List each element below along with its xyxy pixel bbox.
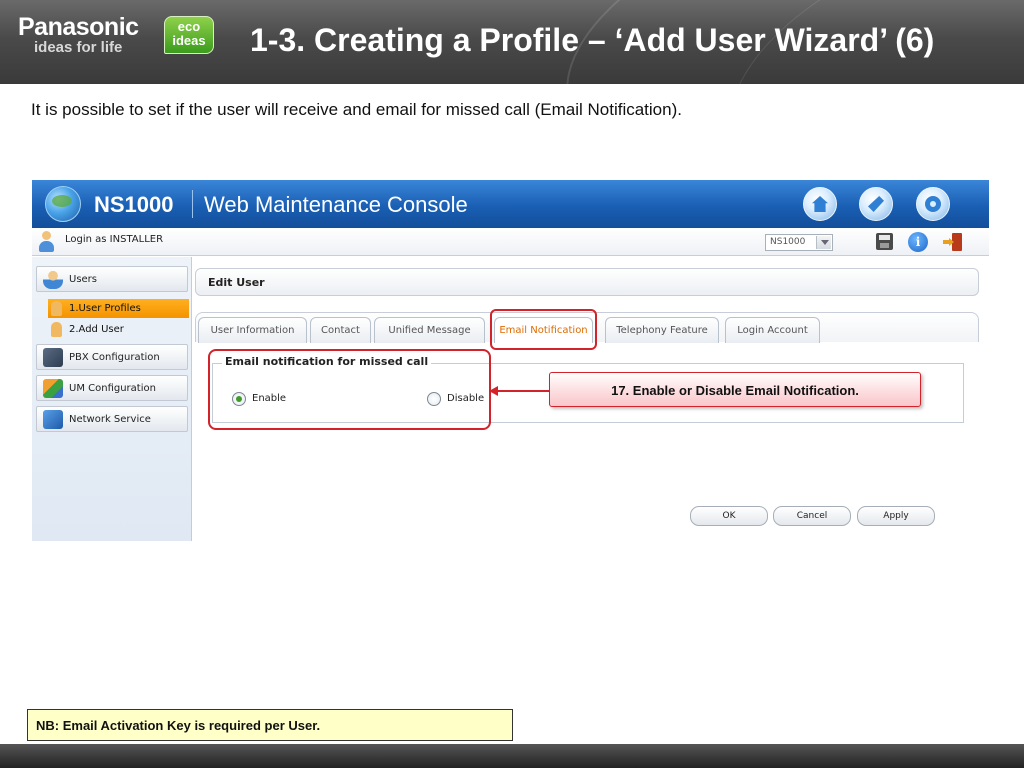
sidebar: Users 1.User Profiles 2.Add User PBX Con… bbox=[32, 257, 192, 541]
sidebar-section-users[interactable]: Users bbox=[36, 266, 188, 292]
sidebar-item-add-user[interactable]: 2.Add User bbox=[48, 320, 189, 339]
pbx-icon bbox=[43, 348, 63, 367]
console-sub-bar: Login as INSTALLER NS1000 i bbox=[32, 228, 989, 256]
sidebar-item-label: 2.Add User bbox=[69, 324, 124, 335]
home-button[interactable] bbox=[803, 187, 837, 221]
user-icon bbox=[38, 231, 54, 253]
chevron-down-icon[interactable] bbox=[816, 236, 831, 249]
tool-button[interactable] bbox=[859, 187, 893, 221]
gear-icon bbox=[925, 196, 941, 212]
sidebar-section-pbx-configuration[interactable]: PBX Configuration bbox=[36, 344, 188, 370]
tab-login-account[interactable]: Login Account bbox=[725, 317, 820, 343]
apply-button-label: Apply bbox=[883, 511, 909, 521]
logout-icon[interactable] bbox=[943, 233, 963, 251]
note-box: NB: Email Activation Key is required per… bbox=[27, 709, 513, 741]
cancel-button[interactable]: Cancel bbox=[773, 506, 851, 526]
app-name: Web Maintenance Console bbox=[204, 192, 468, 217]
site-select-value: NS1000 bbox=[770, 237, 806, 247]
callout-arrow-head-icon bbox=[489, 386, 498, 396]
site-select[interactable]: NS1000 bbox=[765, 234, 833, 251]
login-status: Login as INSTALLER bbox=[65, 234, 164, 245]
tab-label: User Information bbox=[210, 325, 295, 336]
eco-badge-line: ideas bbox=[172, 33, 206, 48]
sidebar-section-label: Users bbox=[69, 274, 98, 285]
add-user-icon bbox=[51, 322, 62, 337]
tab-unified-message[interactable]: Unified Message bbox=[374, 317, 485, 343]
eco-ideas-badge: eco ideas bbox=[164, 16, 214, 54]
slide: Panasonic ideas for life eco ideas 1-3. … bbox=[0, 0, 1024, 768]
slide-header: Panasonic ideas for life eco ideas 1-3. … bbox=[0, 0, 1024, 84]
sidebar-section-label: PBX Configuration bbox=[69, 352, 160, 363]
email-notification-tab-highlight bbox=[490, 309, 597, 350]
footer-bar bbox=[0, 744, 1024, 768]
panasonic-logo: Panasonic ideas for life bbox=[18, 14, 139, 56]
eco-badge-line: eco bbox=[177, 19, 201, 34]
email-notification-options-highlight bbox=[208, 349, 491, 430]
sidebar-section-label: UM Configuration bbox=[69, 383, 156, 394]
brand-name: Panasonic bbox=[18, 13, 139, 41]
callout-text: 17. Enable or Disable Email Notification… bbox=[611, 383, 859, 398]
tab-telephony-feature[interactable]: Telephony Feature bbox=[605, 317, 719, 343]
um-icon bbox=[43, 379, 63, 398]
note-text: NB: Email Activation Key is required per… bbox=[36, 718, 321, 733]
sidebar-section-network-service[interactable]: Network Service bbox=[36, 406, 188, 432]
users-icon bbox=[43, 270, 63, 289]
tab-label: Contact bbox=[321, 325, 360, 336]
web-maintenance-console: NS1000 Web Maintenance Console Login as … bbox=[32, 180, 989, 541]
globe-logo-icon bbox=[45, 186, 81, 222]
sidebar-item-user-profiles[interactable]: 1.User Profiles bbox=[48, 299, 189, 318]
apply-button[interactable]: Apply bbox=[857, 506, 935, 526]
sidebar-item-label: 1.User Profiles bbox=[69, 303, 141, 314]
user-profile-icon bbox=[51, 301, 62, 316]
tab-user-information[interactable]: User Information bbox=[198, 317, 307, 343]
tool-icon bbox=[868, 196, 884, 212]
title-divider bbox=[192, 190, 193, 218]
callout-box: 17. Enable or Disable Email Notification… bbox=[549, 372, 921, 407]
settings-button[interactable] bbox=[916, 187, 950, 221]
intro-text: It is possible to set if the user will r… bbox=[31, 100, 682, 119]
cancel-button-label: Cancel bbox=[796, 511, 828, 521]
tab-contact[interactable]: Contact bbox=[310, 317, 371, 343]
home-icon bbox=[812, 196, 828, 212]
product-name: NS1000 bbox=[94, 192, 174, 217]
sidebar-section-label: Network Service bbox=[69, 414, 151, 425]
edit-user-title: Edit User bbox=[208, 276, 265, 289]
network-icon bbox=[43, 410, 63, 429]
info-icon[interactable]: i bbox=[908, 232, 928, 252]
callout-arrow-line bbox=[496, 390, 550, 392]
brand-tagline: ideas for life bbox=[34, 39, 123, 56]
console-title-bar: NS1000 Web Maintenance Console bbox=[32, 180, 989, 228]
ok-button-label: OK bbox=[722, 511, 736, 521]
save-icon[interactable] bbox=[876, 233, 893, 250]
edit-user-header: Edit User bbox=[195, 268, 979, 296]
slide-title: 1-3. Creating a Profile – ‘Add User Wiza… bbox=[250, 22, 935, 58]
tab-label: Login Account bbox=[737, 325, 808, 336]
sidebar-section-um-configuration[interactable]: UM Configuration bbox=[36, 375, 188, 401]
tab-label: Telephony Feature bbox=[616, 325, 708, 336]
ok-button[interactable]: OK bbox=[690, 506, 768, 526]
tab-label: Unified Message bbox=[388, 325, 471, 336]
